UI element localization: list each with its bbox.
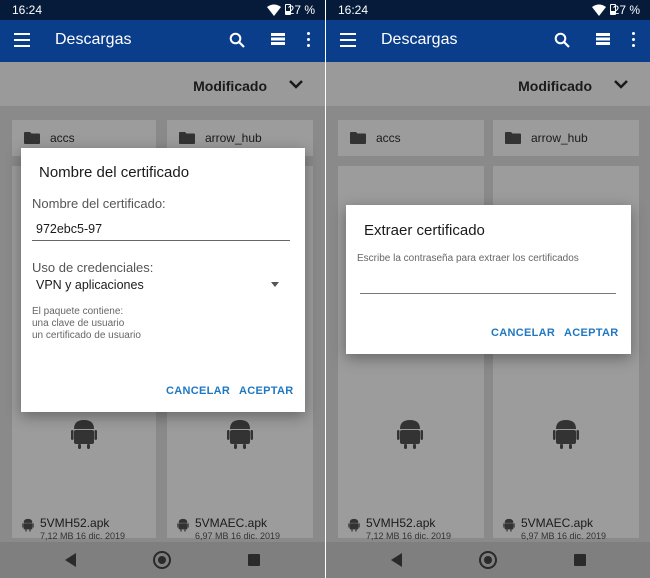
app-title: Descargas <box>381 31 458 48</box>
accept-button[interactable]: ACEPTAR <box>239 385 293 397</box>
folder-name: arrow_hub <box>205 131 262 145</box>
sort-label: Modificado <box>193 78 267 94</box>
package-contains-label: El paquete contiene: <box>32 306 124 317</box>
package-contents: El paquete contiene: una clave de usuari… <box>32 306 141 342</box>
folder-name: arrow_hub <box>531 131 588 145</box>
apk-info: 5VMAEC.apk 6,97 MB 16 dic. 2019 <box>521 516 606 541</box>
certificate-name-label: Nombre del certificado: <box>32 196 166 211</box>
dialog-title: Extraer certificado <box>364 222 485 239</box>
android-icon <box>503 518 515 532</box>
recents-icon[interactable] <box>248 554 260 566</box>
battery-percent: 27 % <box>287 3 315 17</box>
folder-icon <box>505 132 521 144</box>
status-bar: 16:24 27 % <box>326 0 650 20</box>
sort-bar[interactable]: Modificado <box>0 62 325 106</box>
folder-name: accs <box>376 131 401 145</box>
certificate-name-dialog: Nombre del certificado Nombre del certif… <box>21 148 305 412</box>
android-icon <box>177 518 189 532</box>
password-input[interactable] <box>360 293 616 294</box>
accept-button[interactable]: ACEPTAR <box>564 327 618 339</box>
list-view-icon[interactable] <box>271 33 285 45</box>
apk-meta: 6,97 MB 16 dic. 2019 <box>195 531 281 541</box>
menu-icon[interactable] <box>14 33 30 47</box>
package-item-user-key: una clave de usuario <box>32 318 125 329</box>
app-title: Descargas <box>55 31 132 48</box>
folder-item-accs[interactable]: accs <box>338 120 484 156</box>
chevron-down-icon[interactable] <box>614 79 628 89</box>
apk-info: 5VMH52.apk 7,12 MB 16 dic. 2019 <box>40 516 125 541</box>
back-icon[interactable] <box>65 553 76 567</box>
status-bar: 16:24 27 % <box>0 0 325 20</box>
back-icon[interactable] <box>391 553 402 567</box>
folder-icon <box>350 132 366 144</box>
app-bar: Descargas <box>326 20 650 62</box>
credential-usage-value: VPN y aplicaciones <box>36 278 144 292</box>
battery-percent: 27 % <box>612 3 640 17</box>
android-icon <box>71 420 97 449</box>
navigation-bar <box>0 542 325 578</box>
search-icon[interactable] <box>229 32 245 48</box>
search-icon[interactable] <box>554 32 570 48</box>
android-icon <box>553 420 579 449</box>
wifi-icon <box>592 4 606 16</box>
list-view-icon[interactable] <box>596 33 610 45</box>
package-item-user-cert: un certificado de usuario <box>32 330 141 341</box>
credential-usage-label: Uso de credenciales: <box>32 260 154 275</box>
folder-icon <box>179 132 195 144</box>
apk-name: 5VMH52.apk <box>366 516 436 530</box>
folder-name: accs <box>50 131 75 145</box>
apk-meta: 7,12 MB 16 dic. 2019 <box>366 531 452 541</box>
chevron-down-icon[interactable] <box>289 79 303 89</box>
sort-label: Modificado <box>518 78 592 94</box>
more-options-icon[interactable] <box>307 32 311 48</box>
android-icon <box>397 420 423 449</box>
folder-icon <box>24 132 40 144</box>
password-hint: Escribe la contraseña para extraer los c… <box>357 253 579 264</box>
apk-name: 5VMH52.apk <box>40 516 110 530</box>
status-time: 16:24 <box>12 3 43 17</box>
more-options-icon[interactable] <box>632 32 636 48</box>
status-time: 16:24 <box>338 3 369 17</box>
folder-item-arrow-hub[interactable]: arrow_hub <box>493 120 639 156</box>
apk-name: 5VMAEC.apk <box>521 516 594 530</box>
apk-meta: 7,12 MB 16 dic. 2019 <box>40 531 126 541</box>
home-icon[interactable] <box>153 551 171 569</box>
home-icon[interactable] <box>479 551 497 569</box>
apk-name: 5VMAEC.apk <box>195 516 268 530</box>
android-icon <box>22 518 34 532</box>
right-screen: 16:24 27 % Descargas Modificado accs arr… <box>325 0 650 578</box>
certificate-name-input[interactable]: 972ebc5-97 <box>36 222 102 236</box>
recents-icon[interactable] <box>574 554 586 566</box>
apk-info: 5VMAEC.apk 6,97 MB 16 dic. 2019 <box>195 516 280 541</box>
cancel-button[interactable]: CANCELAR <box>166 385 230 397</box>
dialog-title: Nombre del certificado <box>39 164 190 181</box>
wifi-icon <box>267 4 281 16</box>
app-bar: Descargas <box>0 20 325 62</box>
menu-icon[interactable] <box>340 33 356 47</box>
apk-info: 5VMH52.apk 7,12 MB 16 dic. 2019 <box>366 516 451 541</box>
cancel-button[interactable]: CANCELAR <box>491 327 555 339</box>
extract-certificate-dialog: Extraer certificado Escribe la contraseñ… <box>346 205 631 354</box>
dropdown-arrow-icon <box>271 282 279 287</box>
apk-meta: 6,97 MB 16 dic. 2019 <box>521 531 607 541</box>
sort-bar[interactable]: Modificado <box>326 62 650 106</box>
android-icon <box>348 518 360 532</box>
left-screen: 16:24 27 % Descargas Modificado accs arr… <box>0 0 325 578</box>
certificate-name-underline <box>32 240 290 241</box>
android-icon <box>227 420 253 449</box>
navigation-bar <box>326 542 650 578</box>
